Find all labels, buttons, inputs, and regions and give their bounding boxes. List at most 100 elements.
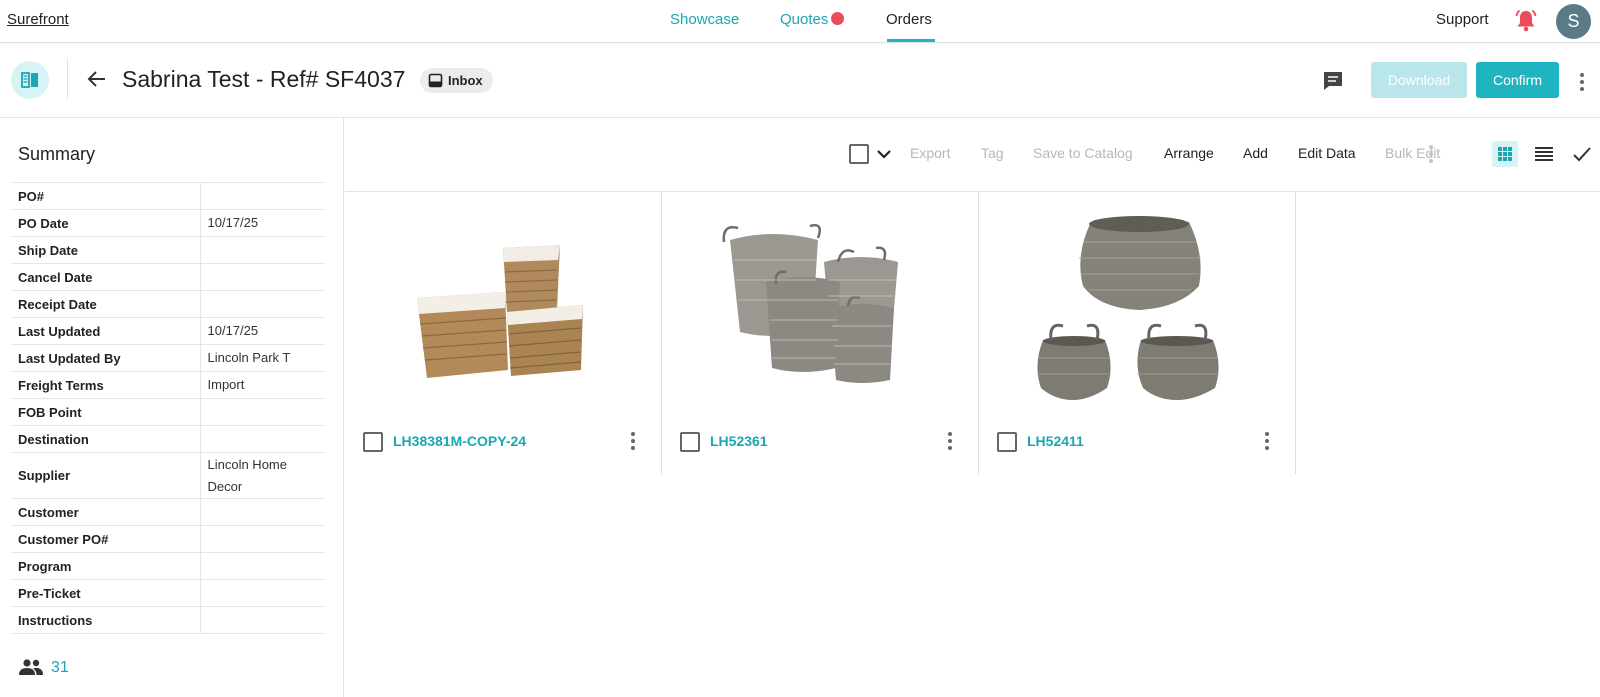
- inbox-icon: [428, 73, 443, 88]
- panel-icon: [21, 72, 38, 88]
- summary-label: Receipt Date: [11, 290, 201, 318]
- tab-showcase[interactable]: Showcase: [670, 11, 739, 28]
- download-button[interactable]: Download: [1371, 62, 1467, 98]
- tab-orders[interactable]: Orders: [886, 11, 932, 28]
- seagrass-baskets-image: [417, 245, 583, 378]
- tag-button[interactable]: Tag: [981, 145, 1004, 161]
- summary-row: Customer: [11, 498, 325, 526]
- summary-row: Supplier Lincoln Home Decor: [11, 452, 325, 499]
- tab-quotes[interactable]: Quotes: [780, 11, 845, 28]
- summary-value[interactable]: [200, 398, 325, 426]
- product-more-icon[interactable]: [945, 429, 955, 453]
- top-nav: Surefront Showcase Quotes Orders Support…: [0, 0, 1600, 43]
- support-link[interactable]: Support: [1436, 11, 1489, 28]
- brand-link[interactable]: Surefront: [7, 11, 69, 28]
- users-count-value: 31: [51, 659, 69, 676]
- product-more-icon[interactable]: [1262, 429, 1272, 453]
- product-card[interactable]: LH52411: [979, 192, 1296, 474]
- summary-row: Last Updated 10/17/25: [11, 317, 325, 345]
- list-view-icon[interactable]: [1532, 142, 1556, 166]
- summary-value[interactable]: Import: [200, 371, 325, 399]
- items-toolbar: Export Tag Save to Catalog Arrange Add E…: [345, 118, 1600, 192]
- avatar[interactable]: S: [1556, 4, 1591, 39]
- active-tab-indicator: [887, 39, 935, 42]
- summary-value[interactable]: [200, 425, 325, 453]
- header-divider: [67, 59, 68, 99]
- summary-row: Ship Date: [11, 236, 325, 264]
- summary-value[interactable]: [200, 498, 325, 526]
- summary-label: Freight Terms: [11, 371, 201, 399]
- summary-value[interactable]: [200, 552, 325, 580]
- summary-row: FOB Point: [11, 398, 325, 426]
- summary-value[interactable]: [200, 579, 325, 607]
- comment-icon[interactable]: [1320, 68, 1346, 94]
- summary-label: Program: [11, 552, 201, 580]
- summary-value[interactable]: 10/17/25: [200, 209, 325, 237]
- export-button[interactable]: Export: [910, 145, 950, 161]
- summary-title: Summary: [18, 144, 96, 164]
- summary-row: Customer PO#: [11, 525, 325, 553]
- product-checkbox[interactable]: [680, 432, 700, 452]
- summary-row: Receipt Date: [11, 290, 325, 318]
- bell-icon[interactable]: [1513, 8, 1539, 34]
- status-badge: Inbox: [420, 68, 493, 93]
- summary-row: Pre-Ticket: [11, 579, 325, 607]
- more-options-icon[interactable]: [1572, 70, 1592, 94]
- save-to-catalog-button[interactable]: Save to Catalog: [1033, 145, 1133, 161]
- add-button[interactable]: Add: [1243, 145, 1268, 161]
- select-all-checkbox[interactable]: [849, 144, 869, 164]
- product-card[interactable]: LH38381M-COPY-24: [345, 192, 662, 474]
- edit-data-button[interactable]: Edit Data: [1298, 145, 1356, 161]
- summary-value[interactable]: [200, 182, 325, 210]
- summary-label: FOB Point: [11, 398, 201, 426]
- summary-value[interactable]: Lincoln Park T: [200, 344, 325, 372]
- summary-row: PO#: [11, 182, 325, 210]
- summary-value[interactable]: [200, 236, 325, 264]
- summary-label: Cancel Date: [11, 263, 201, 291]
- summary-row: Last Updated By Lincoln Park T: [11, 344, 325, 372]
- product-sku-link[interactable]: LH52361: [710, 433, 768, 449]
- toolbar-more-icon[interactable]: [1426, 142, 1436, 166]
- summary-label: Instructions: [11, 606, 201, 634]
- summary-label: Ship Date: [11, 236, 201, 264]
- chevron-down-icon[interactable]: [874, 144, 894, 164]
- product-image[interactable]: [662, 200, 978, 420]
- summary-label: Pre-Ticket: [11, 579, 201, 607]
- product-image[interactable]: [345, 200, 661, 420]
- product-image[interactable]: [979, 200, 1295, 420]
- confirm-button[interactable]: Confirm: [1476, 62, 1559, 98]
- product-sku-link[interactable]: LH38381M-COPY-24: [393, 433, 526, 449]
- summary-row: Instructions: [11, 606, 325, 634]
- tab-quotes-label: Quotes: [780, 11, 829, 28]
- toggle-panel-button[interactable]: [11, 61, 49, 99]
- summary-table: PO# PO Date 10/17/25 Ship Date Cancel Date Re…: [11, 182, 325, 634]
- order-header: Sabrina Test - Ref# SF4037 Inbox Downloa…: [0, 44, 1600, 118]
- page-title: Sabrina Test - Ref# SF4037: [122, 66, 406, 92]
- product-checkbox[interactable]: [997, 432, 1017, 452]
- summary-value[interactable]: [200, 606, 325, 634]
- summary-panel: Summary PO# PO Date 10/17/25 Ship Date Cance…: [0, 118, 344, 697]
- summary-value[interactable]: 10/17/25: [200, 317, 325, 345]
- users-count[interactable]: 31: [18, 658, 69, 677]
- product-more-icon[interactable]: [628, 429, 638, 453]
- summary-value[interactable]: [200, 525, 325, 553]
- summary-label: Customer: [11, 498, 201, 526]
- quotes-notification-dot: [831, 12, 845, 25]
- summary-value[interactable]: [200, 290, 325, 318]
- back-arrow-icon[interactable]: [84, 66, 110, 92]
- grid-view-icon[interactable]: [1492, 141, 1518, 167]
- summary-value[interactable]: [200, 263, 325, 291]
- summary-value[interactable]: Lincoln Home Decor: [200, 452, 325, 499]
- product-sku-link[interactable]: LH52411: [1027, 433, 1084, 449]
- summary-label: Customer PO#: [11, 525, 201, 553]
- checkmark-icon[interactable]: [1570, 142, 1594, 166]
- product-card[interactable]: LH52361: [662, 192, 979, 474]
- status-badge-label: Inbox: [448, 73, 483, 88]
- people-icon: [19, 659, 43, 675]
- arrange-button[interactable]: Arrange: [1164, 145, 1214, 161]
- summary-label: PO#: [11, 182, 201, 210]
- grey-wicker-baskets-image: [722, 224, 898, 383]
- product-checkbox[interactable]: [363, 432, 383, 452]
- summary-label: Supplier: [11, 452, 201, 499]
- summary-row: Freight Terms Import: [11, 371, 325, 399]
